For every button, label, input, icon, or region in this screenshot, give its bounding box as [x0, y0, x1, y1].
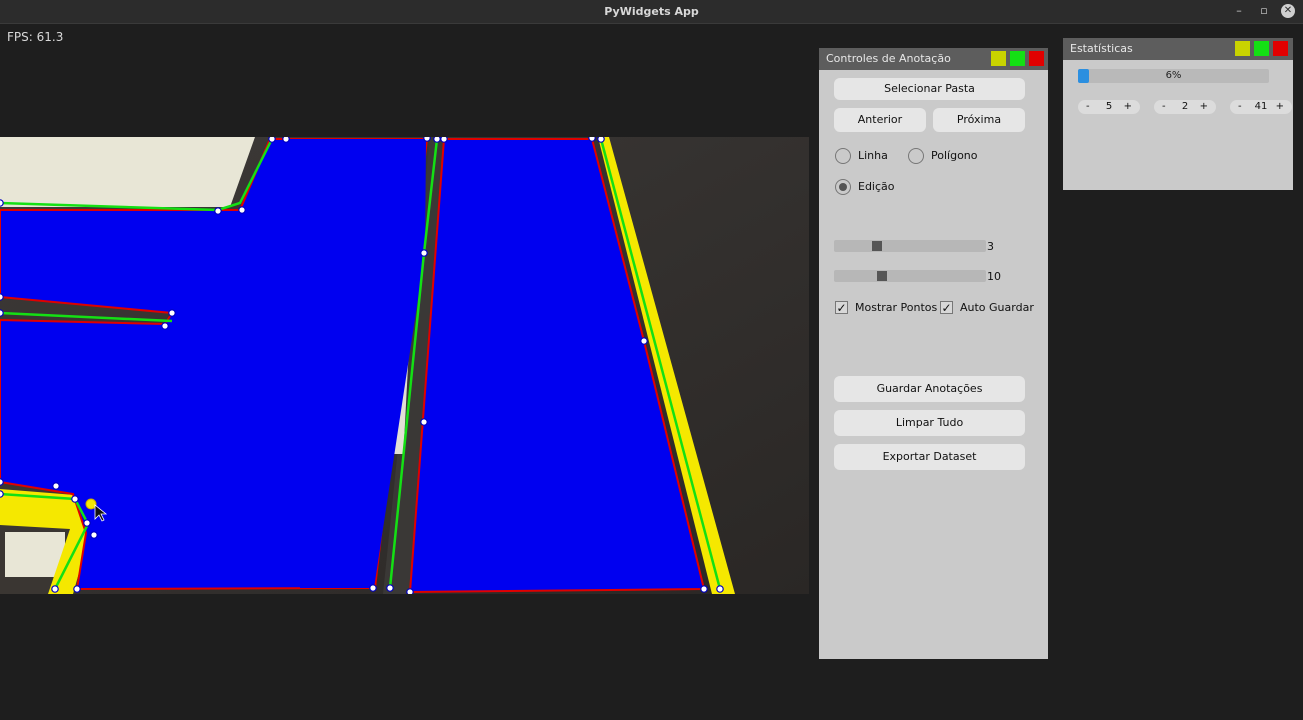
title-bar: PyWidgets App – ▫ ✕	[0, 0, 1303, 24]
checkbox-auto-guardar[interactable]: ✓	[940, 301, 953, 314]
vertex[interactable]	[369, 584, 377, 592]
vertex[interactable]	[423, 137, 431, 142]
vertex[interactable]	[73, 585, 81, 593]
vertex[interactable]	[52, 482, 60, 490]
vertex[interactable]	[214, 207, 222, 215]
slider-1-value: 3	[987, 240, 994, 253]
export-dataset-button[interactable]: Exportar Dataset	[834, 444, 1025, 470]
canvas-svg[interactable]	[0, 137, 809, 594]
stepper-2-plus[interactable]: +	[1200, 100, 1208, 114]
save-annotations-button[interactable]: Guardar Anotações	[834, 376, 1025, 402]
vertex[interactable]	[406, 588, 414, 594]
radio-linha-label: Linha	[858, 149, 888, 162]
controls-title: Controles de Anotação	[826, 52, 951, 65]
fps-counter: FPS: 61.3	[7, 30, 64, 44]
slider-1[interactable]	[834, 240, 986, 252]
previous-button[interactable]: Anterior	[834, 108, 926, 132]
checkbox-mostrar-pontos[interactable]: ✓	[835, 301, 848, 314]
stats-panel: Estatísticas 6% - 5 + - 2 + - 41 +	[1063, 38, 1293, 190]
vertex[interactable]	[440, 137, 448, 143]
next-button[interactable]: Próxima	[933, 108, 1025, 132]
red-swatch[interactable]	[1273, 41, 1288, 56]
radio-edicao[interactable]	[835, 179, 851, 195]
slider-2-value: 10	[987, 270, 1001, 283]
radio-linha[interactable]	[835, 148, 851, 164]
controls-header[interactable]: Controles de Anotação	[819, 48, 1048, 70]
vertex[interactable]	[0, 490, 4, 498]
yellow-swatch[interactable]	[991, 51, 1006, 66]
slider-2[interactable]	[834, 270, 986, 282]
green-swatch[interactable]	[1254, 41, 1269, 56]
vertex[interactable]	[51, 585, 59, 593]
vertex[interactable]	[700, 585, 708, 593]
clear-all-button[interactable]: Limpar Tudo	[834, 410, 1025, 436]
vertex[interactable]	[0, 199, 4, 207]
maximize-icon[interactable]: ▫	[1257, 4, 1271, 18]
stepper-2: - 2 +	[1154, 100, 1216, 114]
red-swatch[interactable]	[1029, 51, 1044, 66]
select-folder-button[interactable]: Selecionar Pasta	[834, 78, 1025, 100]
window-title: PyWidgets App	[604, 5, 699, 18]
close-icon[interactable]: ✕	[1281, 4, 1295, 18]
minimize-icon[interactable]: –	[1232, 4, 1246, 18]
vertex[interactable]	[168, 309, 176, 317]
vertex[interactable]	[90, 531, 98, 539]
vertex[interactable]	[640, 337, 648, 345]
vertex[interactable]	[597, 137, 605, 143]
vertex[interactable]	[71, 495, 79, 503]
annotation-canvas[interactable]	[0, 137, 809, 594]
stats-header[interactable]: Estatísticas	[1063, 38, 1293, 60]
vertex[interactable]	[420, 418, 428, 426]
vertex[interactable]	[433, 137, 441, 143]
vertex[interactable]	[238, 206, 246, 214]
progress-text: 6%	[1165, 70, 1182, 81]
stepper-1: - 5 +	[1078, 100, 1140, 114]
vertex[interactable]	[83, 519, 91, 527]
vertex[interactable]	[268, 137, 276, 143]
slider-1-thumb[interactable]	[872, 241, 882, 251]
selected-vertex[interactable]	[85, 498, 97, 510]
radio-poligono-label: Polígono	[931, 149, 978, 162]
vertex[interactable]	[420, 249, 428, 257]
checkbox-mostrar-pontos-label: Mostrar Pontos	[855, 301, 938, 314]
checkbox-auto-guardar-label: Auto Guardar	[960, 301, 1034, 314]
controls-panel: Controles de Anotação Selecionar Pasta A…	[819, 48, 1048, 659]
vertex[interactable]	[716, 585, 724, 593]
vertex[interactable]	[0, 309, 4, 317]
vertex[interactable]	[0, 293, 4, 301]
stats-title: Estatísticas	[1070, 42, 1133, 55]
stepper-3: - 41 +	[1230, 100, 1292, 114]
radio-edicao-label: Edição	[858, 180, 895, 193]
green-swatch[interactable]	[1010, 51, 1025, 66]
slider-2-thumb[interactable]	[877, 271, 887, 281]
radio-poligono[interactable]	[908, 148, 924, 164]
vertex[interactable]	[0, 478, 4, 486]
vertex[interactable]	[588, 137, 596, 142]
box-background	[5, 532, 65, 577]
stepper-3-plus[interactable]: +	[1276, 100, 1284, 114]
yellow-swatch[interactable]	[1235, 41, 1250, 56]
vertex[interactable]	[386, 584, 394, 592]
wall-background	[0, 137, 255, 207]
vertex[interactable]	[282, 137, 290, 143]
progress-bar: 6%	[1078, 69, 1269, 83]
stepper-1-plus[interactable]: +	[1124, 100, 1132, 114]
vertex[interactable]	[161, 322, 169, 330]
